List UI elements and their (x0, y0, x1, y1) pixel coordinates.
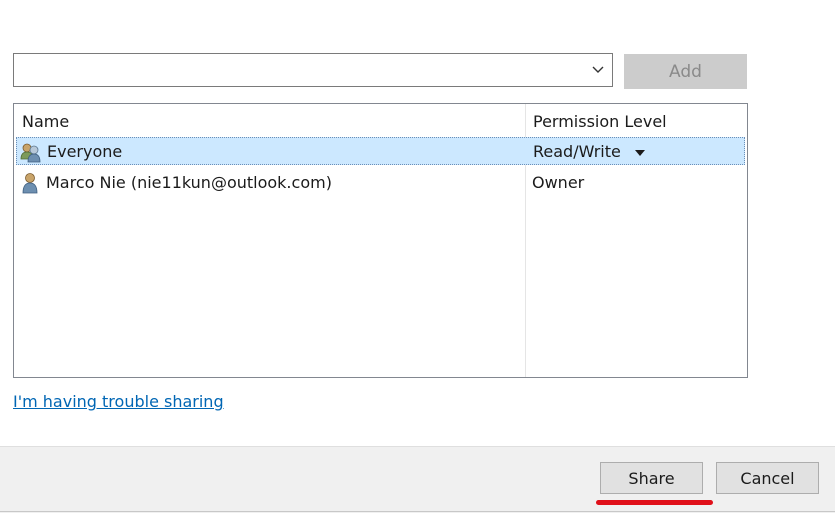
list-item-name: Everyone (47, 142, 123, 161)
trouble-sharing-link[interactable]: I'm having trouble sharing (13, 392, 224, 411)
people-input[interactable] (14, 54, 584, 86)
cancel-button[interactable]: Cancel (716, 462, 819, 494)
caret-down-icon[interactable] (634, 149, 646, 157)
column-header-name[interactable]: Name (22, 112, 69, 131)
list-item-name: Marco Nie (nie11kun@outlook.com) (46, 173, 332, 192)
footer-divider (0, 511, 835, 512)
chevron-down-icon[interactable] (590, 64, 606, 76)
share-button[interactable]: Share (600, 462, 703, 494)
add-button[interactable]: Add (624, 54, 747, 89)
dialog-footer: Share Cancel (0, 446, 835, 513)
permission-level: Owner (532, 173, 585, 192)
list-item-everyone[interactable]: Everyone Read/Write (16, 137, 745, 165)
permissions-list[interactable]: Name Permission Level Everyone Read/Writ… (13, 103, 748, 378)
user-icon (22, 173, 38, 194)
list-item-owner[interactable]: Marco Nie (nie11kun@outlook.com) Owner (16, 169, 745, 197)
permission-dropdown[interactable]: Read/Write (533, 142, 621, 161)
red-annotation-underline (596, 500, 713, 505)
share-dialog: Add Name Permission Level Everyone Read/… (0, 0, 835, 513)
column-header-permission[interactable]: Permission Level (533, 112, 667, 131)
list-header: Name Permission Level (14, 104, 747, 136)
group-users-icon (20, 143, 41, 163)
people-combobox[interactable] (13, 53, 613, 87)
